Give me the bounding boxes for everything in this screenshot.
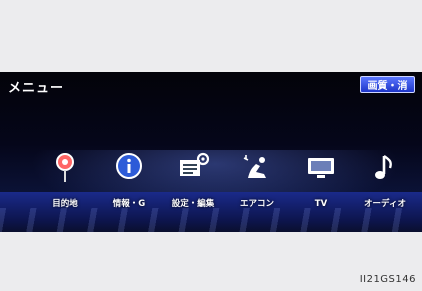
menu-item-label: オーディオ xyxy=(364,199,406,209)
menu-item-destination[interactable]: 目的地 xyxy=(34,150,96,212)
menu-item-audio[interactable]: オーディオ xyxy=(354,150,416,212)
menu-item-tv[interactable]: TV xyxy=(290,150,352,212)
settings-icon xyxy=(176,152,210,184)
menu-bar: 目的地 情報・G 設定・編集 エアコン TV オーディオ xyxy=(34,150,416,212)
figure-code: II21GS146 xyxy=(359,274,416,285)
menu-item-label: 目的地 xyxy=(52,199,78,209)
menu-item-info[interactable]: 情報・G xyxy=(98,150,160,212)
menu-item-label: TV xyxy=(314,199,328,209)
menu-item-settings[interactable]: 設定・編集 xyxy=(162,150,224,212)
menu-item-label: 情報・G xyxy=(112,199,146,209)
menu-screen: メニュー 画質・消 目的地 情報・G 設定・編集 エアコン TV オーディオ xyxy=(0,72,422,232)
climate-icon xyxy=(240,152,274,184)
screen-off-button[interactable]: 画質・消 xyxy=(360,76,415,93)
menu-item-label: 設定・編集 xyxy=(171,199,215,209)
audio-note-icon xyxy=(368,152,402,184)
destination-pin-icon xyxy=(48,152,82,184)
menu-item-label: エアコン xyxy=(239,199,274,209)
info-icon xyxy=(112,152,146,184)
menu-item-climate[interactable]: エアコン xyxy=(226,150,288,212)
page-title: メニュー xyxy=(8,81,65,96)
tv-icon xyxy=(304,152,338,184)
